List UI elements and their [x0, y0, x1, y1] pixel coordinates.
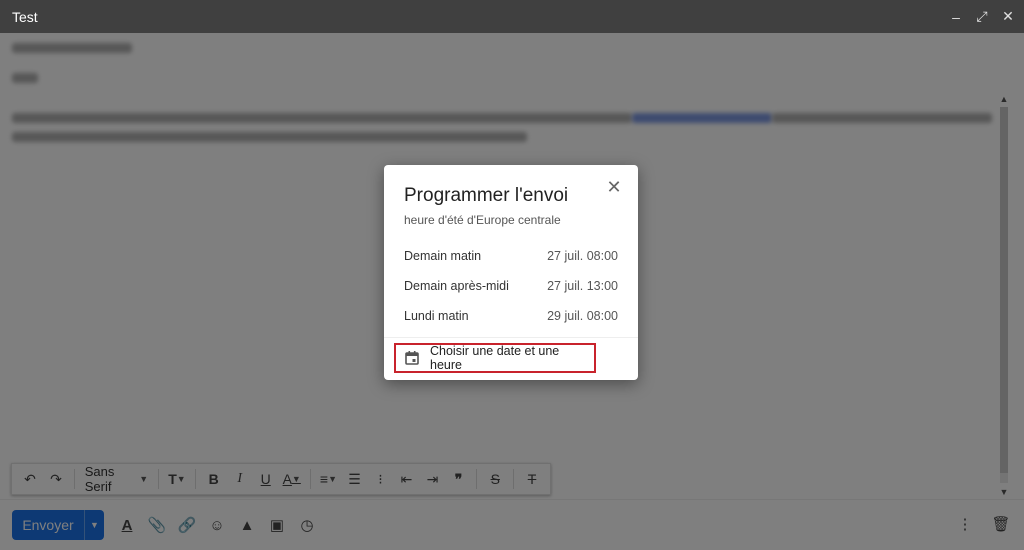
dialog-timezone: heure d'été d'Europe centrale [404, 213, 561, 227]
window-controls: ‒ ⤢ ✕ [948, 8, 1024, 25]
close-window-icon[interactable]: ✕ [1000, 8, 1016, 25]
compose-title: Test [12, 8, 38, 25]
compose-titlebar: Test ‒ ⤢ ✕ [0, 0, 1024, 33]
pick-date-time-button[interactable]: Choisir une date et une heure [394, 343, 596, 373]
option-date: 27 juil. 08:00 [547, 249, 618, 263]
close-icon[interactable]: ✕ [604, 177, 624, 197]
schedule-option-monday-morning[interactable]: Lundi matin 29 juil. 08:00 [384, 301, 638, 331]
option-label: Demain après-midi [404, 279, 509, 293]
popout-icon[interactable]: ⤢ [974, 8, 990, 25]
option-label: Lundi matin [404, 309, 469, 323]
dialog-divider [384, 337, 638, 338]
option-label: Demain matin [404, 249, 482, 263]
schedule-option-tomorrow-morning[interactable]: Demain matin 27 juil. 08:00 [384, 241, 638, 271]
schedule-option-tomorrow-afternoon[interactable]: Demain après-midi 27 juil. 13:00 [384, 271, 638, 301]
minimize-icon[interactable]: ‒ [948, 9, 964, 25]
dialog-title: Programmer l'envoi [404, 185, 569, 206]
option-date: 29 juil. 08:00 [547, 309, 618, 323]
pick-date-time-label: Choisir une date et une heure [430, 344, 560, 372]
calendar-icon [404, 350, 420, 366]
option-date: 27 juil. 13:00 [547, 279, 618, 293]
schedule-send-dialog: Programmer l'envoi ✕ heure d'été d'Europ… [384, 165, 638, 380]
